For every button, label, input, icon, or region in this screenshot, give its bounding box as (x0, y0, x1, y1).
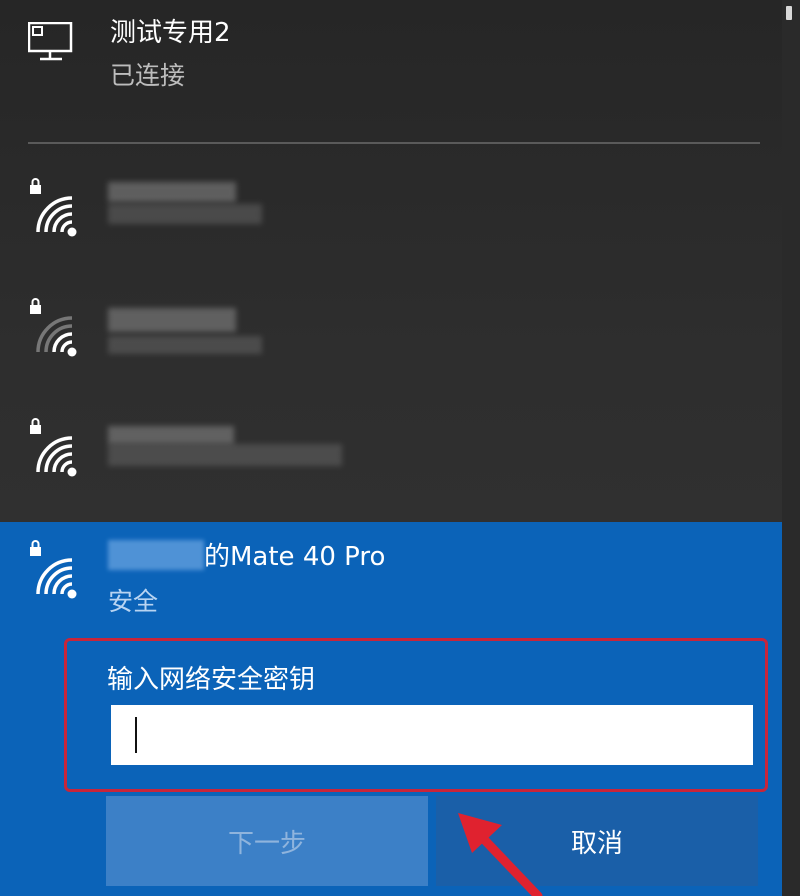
selected-network-item[interactable]: 的Mate 40 Pro 安全 输入网络安全密钥 下一步 取消 (0, 522, 782, 896)
obscured-network-name (108, 308, 236, 332)
desktop-computer-icon (28, 22, 73, 61)
obscured-network-status (108, 444, 342, 466)
obscured-network-status (108, 336, 262, 354)
text-caret (135, 717, 137, 753)
scrollbar-thumb[interactable] (786, 6, 792, 20)
obscured-network-name (108, 182, 236, 202)
security-key-highlight: 输入网络安全密钥 (64, 638, 768, 792)
wifi-secure-icon (30, 298, 77, 357)
wifi-secure-icon (30, 418, 77, 477)
selected-network-security: 安全 (108, 587, 159, 616)
security-key-label: 输入网络安全密钥 (107, 665, 316, 695)
obscured-network-status (108, 204, 262, 224)
wifi-network-item[interactable] (0, 176, 782, 294)
connected-network-item[interactable]: 测试专用2 已连接 (0, 0, 782, 140)
security-key-input[interactable] (111, 705, 753, 765)
selected-network-name: 的Mate 40 Pro (204, 542, 386, 572)
next-button[interactable]: 下一步 (106, 796, 428, 886)
wifi-secure-icon (30, 540, 77, 599)
divider (28, 142, 760, 144)
wifi-secure-icon (30, 178, 77, 237)
network-flyout: 测试专用2 已连接 的Mate 40 Pro 安全 输入网络安全密钥 下一步 取… (0, 0, 782, 896)
wifi-network-item[interactable] (0, 296, 782, 414)
wifi-network-item[interactable] (0, 416, 782, 534)
annotation-arrow-icon (458, 813, 543, 896)
scrollbar[interactable] (782, 0, 800, 896)
connected-network-status: 已连接 (110, 61, 186, 90)
obscured-network-name (108, 426, 234, 444)
obscured-network-name-prefix (108, 540, 204, 570)
connected-network-name: 测试专用2 (110, 18, 231, 48)
